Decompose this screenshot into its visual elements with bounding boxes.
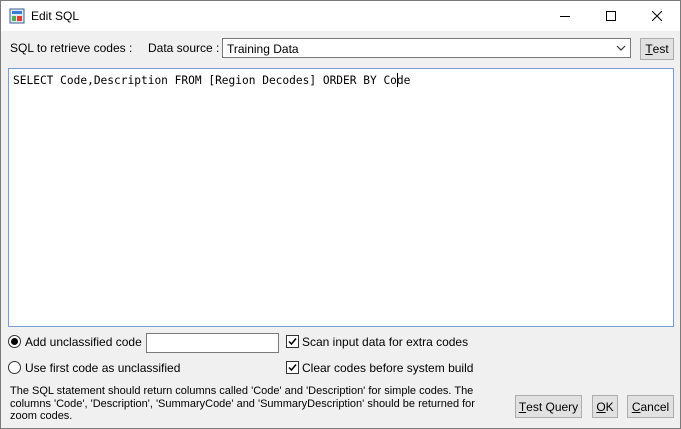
ok-mnemonic: O [596,399,606,414]
use-first-code-radio[interactable] [8,361,21,374]
sql-label: SQL to retrieve codes : [10,41,133,55]
sql-editor[interactable]: SELECT Code,Description FROM [Region Dec… [8,68,674,327]
minimize-button[interactable] [542,1,588,31]
ok-button[interactable]: OK [592,395,618,418]
add-unclassified-label: Add unclassified code [25,335,142,349]
window-title: Edit SQL [31,9,80,23]
test-query-button[interactable]: Test Query [515,395,582,418]
ok-label: K [605,399,614,414]
cancel-button[interactable]: Cancel [627,395,674,418]
scan-input-label: Scan input data for extra codes [302,335,469,349]
checkmark-icon [288,338,297,346]
scan-input-checkbox[interactable] [286,335,299,348]
title-bar[interactable]: Edit SQL [1,1,680,31]
text-caret [397,73,398,87]
close-button[interactable] [634,1,680,31]
checkmark-icon [288,364,297,372]
cancel-mnemonic: C [631,399,641,414]
test-button-label: est [652,42,669,56]
edit-sql-dialog: Edit SQL SQL to retrieve codes : Data so… [0,0,681,429]
datasource-value: Training Data [227,42,299,56]
test-query-mnemonic: T [518,399,527,414]
test-button-mnemonic: T [645,42,653,56]
info-text: The SQL statement should return columns … [10,385,475,422]
close-icon [652,11,662,21]
datasource-combobox[interactable]: Training Data [222,38,631,58]
datasource-label: Data source : [148,41,220,55]
cancel-label: ancel [640,399,670,414]
clear-codes-checkbox[interactable] [286,361,299,374]
maximize-button[interactable] [588,1,634,31]
test-datasource-button[interactable]: Test [640,38,674,60]
unclassified-code-input[interactable] [146,333,279,353]
sql-text: SELECT Code,Description FROM [Region Dec… [13,74,411,87]
minimize-icon [560,16,570,17]
maximize-icon [606,11,616,21]
use-first-code-label: Use first code as unclassified [25,361,181,375]
clear-codes-label: Clear codes before system build [302,361,474,375]
chevron-down-icon [616,45,626,51]
add-unclassified-radio[interactable] [8,335,21,348]
test-query-label: est Query [526,399,579,414]
sql-edit-icon [9,8,25,24]
